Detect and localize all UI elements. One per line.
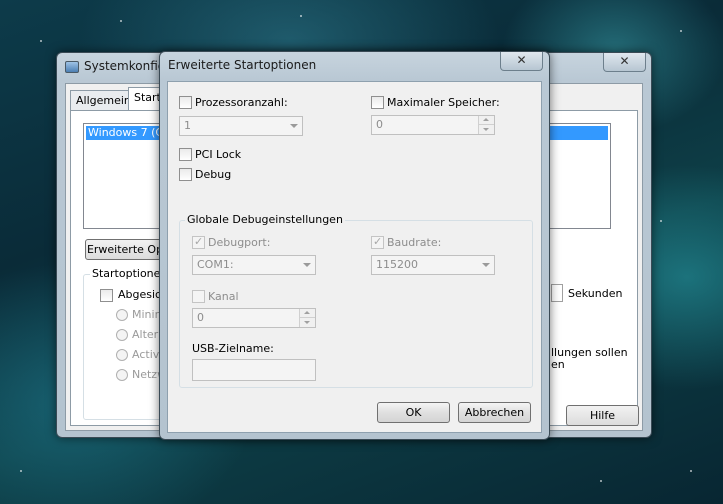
debug-group-title: Globale Debugeinstellungen bbox=[185, 213, 345, 226]
pci-lock-checkbox[interactable] bbox=[179, 148, 192, 161]
spin-down-icon[interactable] bbox=[300, 318, 315, 327]
close-icon[interactable]: ✕ bbox=[603, 53, 646, 72]
chevron-down-icon bbox=[303, 263, 311, 267]
spinner-buttons bbox=[478, 116, 494, 134]
chevron-down-icon bbox=[290, 124, 298, 128]
radio-alternate-shell[interactable] bbox=[116, 329, 128, 341]
max-memory-label: Maximaler Speicher: bbox=[387, 96, 500, 109]
tab-general[interactable]: Allgemein bbox=[70, 90, 137, 110]
safe-boot-label: Abgesic bbox=[118, 288, 162, 301]
seconds-label: Sekunden bbox=[568, 287, 623, 300]
processor-count-label: Prozessoranzahl: bbox=[195, 96, 288, 109]
dialog-title-bar[interactable]: Erweiterte Startoptionen bbox=[160, 52, 549, 78]
usb-target-label: USB-Zielname: bbox=[192, 342, 274, 355]
spin-down-icon[interactable] bbox=[479, 125, 494, 134]
star bbox=[680, 30, 682, 32]
radio-network[interactable] bbox=[116, 369, 128, 381]
channel-checkbox[interactable] bbox=[192, 290, 205, 303]
processor-count-select[interactable]: 1 bbox=[179, 116, 303, 136]
debug-checkbox[interactable] bbox=[179, 168, 192, 181]
boot-options-title: Startoptionen bbox=[90, 267, 170, 280]
boot-options-group: Startoptionen Abgesic Minim Altern Activ… bbox=[83, 267, 170, 420]
radio-active-directory[interactable] bbox=[116, 349, 128, 361]
baudrate-value: 115200 bbox=[376, 258, 418, 271]
star bbox=[660, 220, 662, 222]
permanent-note-line2: en bbox=[551, 358, 565, 371]
advanced-boot-options-dialog: Erweiterte Startoptionen ✕ Prozessoranza… bbox=[159, 51, 550, 440]
baudrate-select[interactable]: 115200 bbox=[371, 255, 495, 275]
safe-boot-checkbox[interactable] bbox=[100, 289, 113, 302]
check-icon: ✓ bbox=[194, 235, 204, 248]
channel-value: 0 bbox=[197, 311, 204, 324]
star bbox=[120, 20, 122, 22]
dialog-client: Prozessoranzahl: 1 Maximaler Speicher: 0… bbox=[167, 81, 542, 433]
star bbox=[600, 480, 602, 482]
global-debug-settings-group: Globale Debugeinstellungen ✓ Debugport: … bbox=[179, 213, 533, 388]
ok-button[interactable]: OK bbox=[377, 402, 450, 423]
system-configuration-app-icon bbox=[65, 60, 79, 73]
max-memory-value: 0 bbox=[376, 118, 383, 131]
baudrate-checkbox[interactable]: ✓ bbox=[371, 235, 384, 249]
dialog-title: Erweiterte Startoptionen bbox=[168, 58, 317, 72]
spin-up-icon[interactable] bbox=[479, 116, 494, 125]
processor-count-value: 1 bbox=[184, 119, 191, 132]
star bbox=[20, 470, 22, 472]
star bbox=[300, 15, 302, 17]
timeout-input[interactable] bbox=[551, 284, 563, 302]
close-icon[interactable]: ✕ bbox=[500, 52, 543, 71]
spin-up-icon[interactable] bbox=[300, 309, 315, 318]
star bbox=[40, 40, 42, 42]
max-memory-checkbox[interactable] bbox=[371, 96, 384, 109]
help-button[interactable]: Hilfe bbox=[566, 405, 639, 426]
cancel-button[interactable]: Abbrechen bbox=[458, 402, 531, 423]
channel-label: Kanal bbox=[208, 290, 239, 303]
radio-minimal[interactable] bbox=[116, 309, 128, 321]
spinner-buttons bbox=[299, 309, 315, 327]
debug-label: Debug bbox=[195, 168, 232, 181]
star bbox=[690, 470, 692, 472]
usb-target-input[interactable] bbox=[192, 359, 316, 381]
debugport-checkbox[interactable]: ✓ bbox=[192, 235, 205, 249]
debugport-value: COM1: bbox=[197, 258, 234, 271]
processor-count-checkbox[interactable] bbox=[179, 96, 192, 109]
advanced-options-button[interactable]: Erweiterte Op bbox=[85, 239, 165, 260]
baudrate-label: Baudrate: bbox=[387, 236, 442, 249]
chevron-down-icon bbox=[482, 263, 490, 267]
channel-spinner[interactable]: 0 bbox=[192, 308, 316, 328]
max-memory-spinner[interactable]: 0 bbox=[371, 115, 495, 135]
pci-lock-label: PCI Lock bbox=[195, 148, 242, 161]
check-icon: ✓ bbox=[373, 235, 383, 248]
debugport-select[interactable]: COM1: bbox=[192, 255, 316, 275]
debugport-label: Debugport: bbox=[208, 236, 271, 249]
